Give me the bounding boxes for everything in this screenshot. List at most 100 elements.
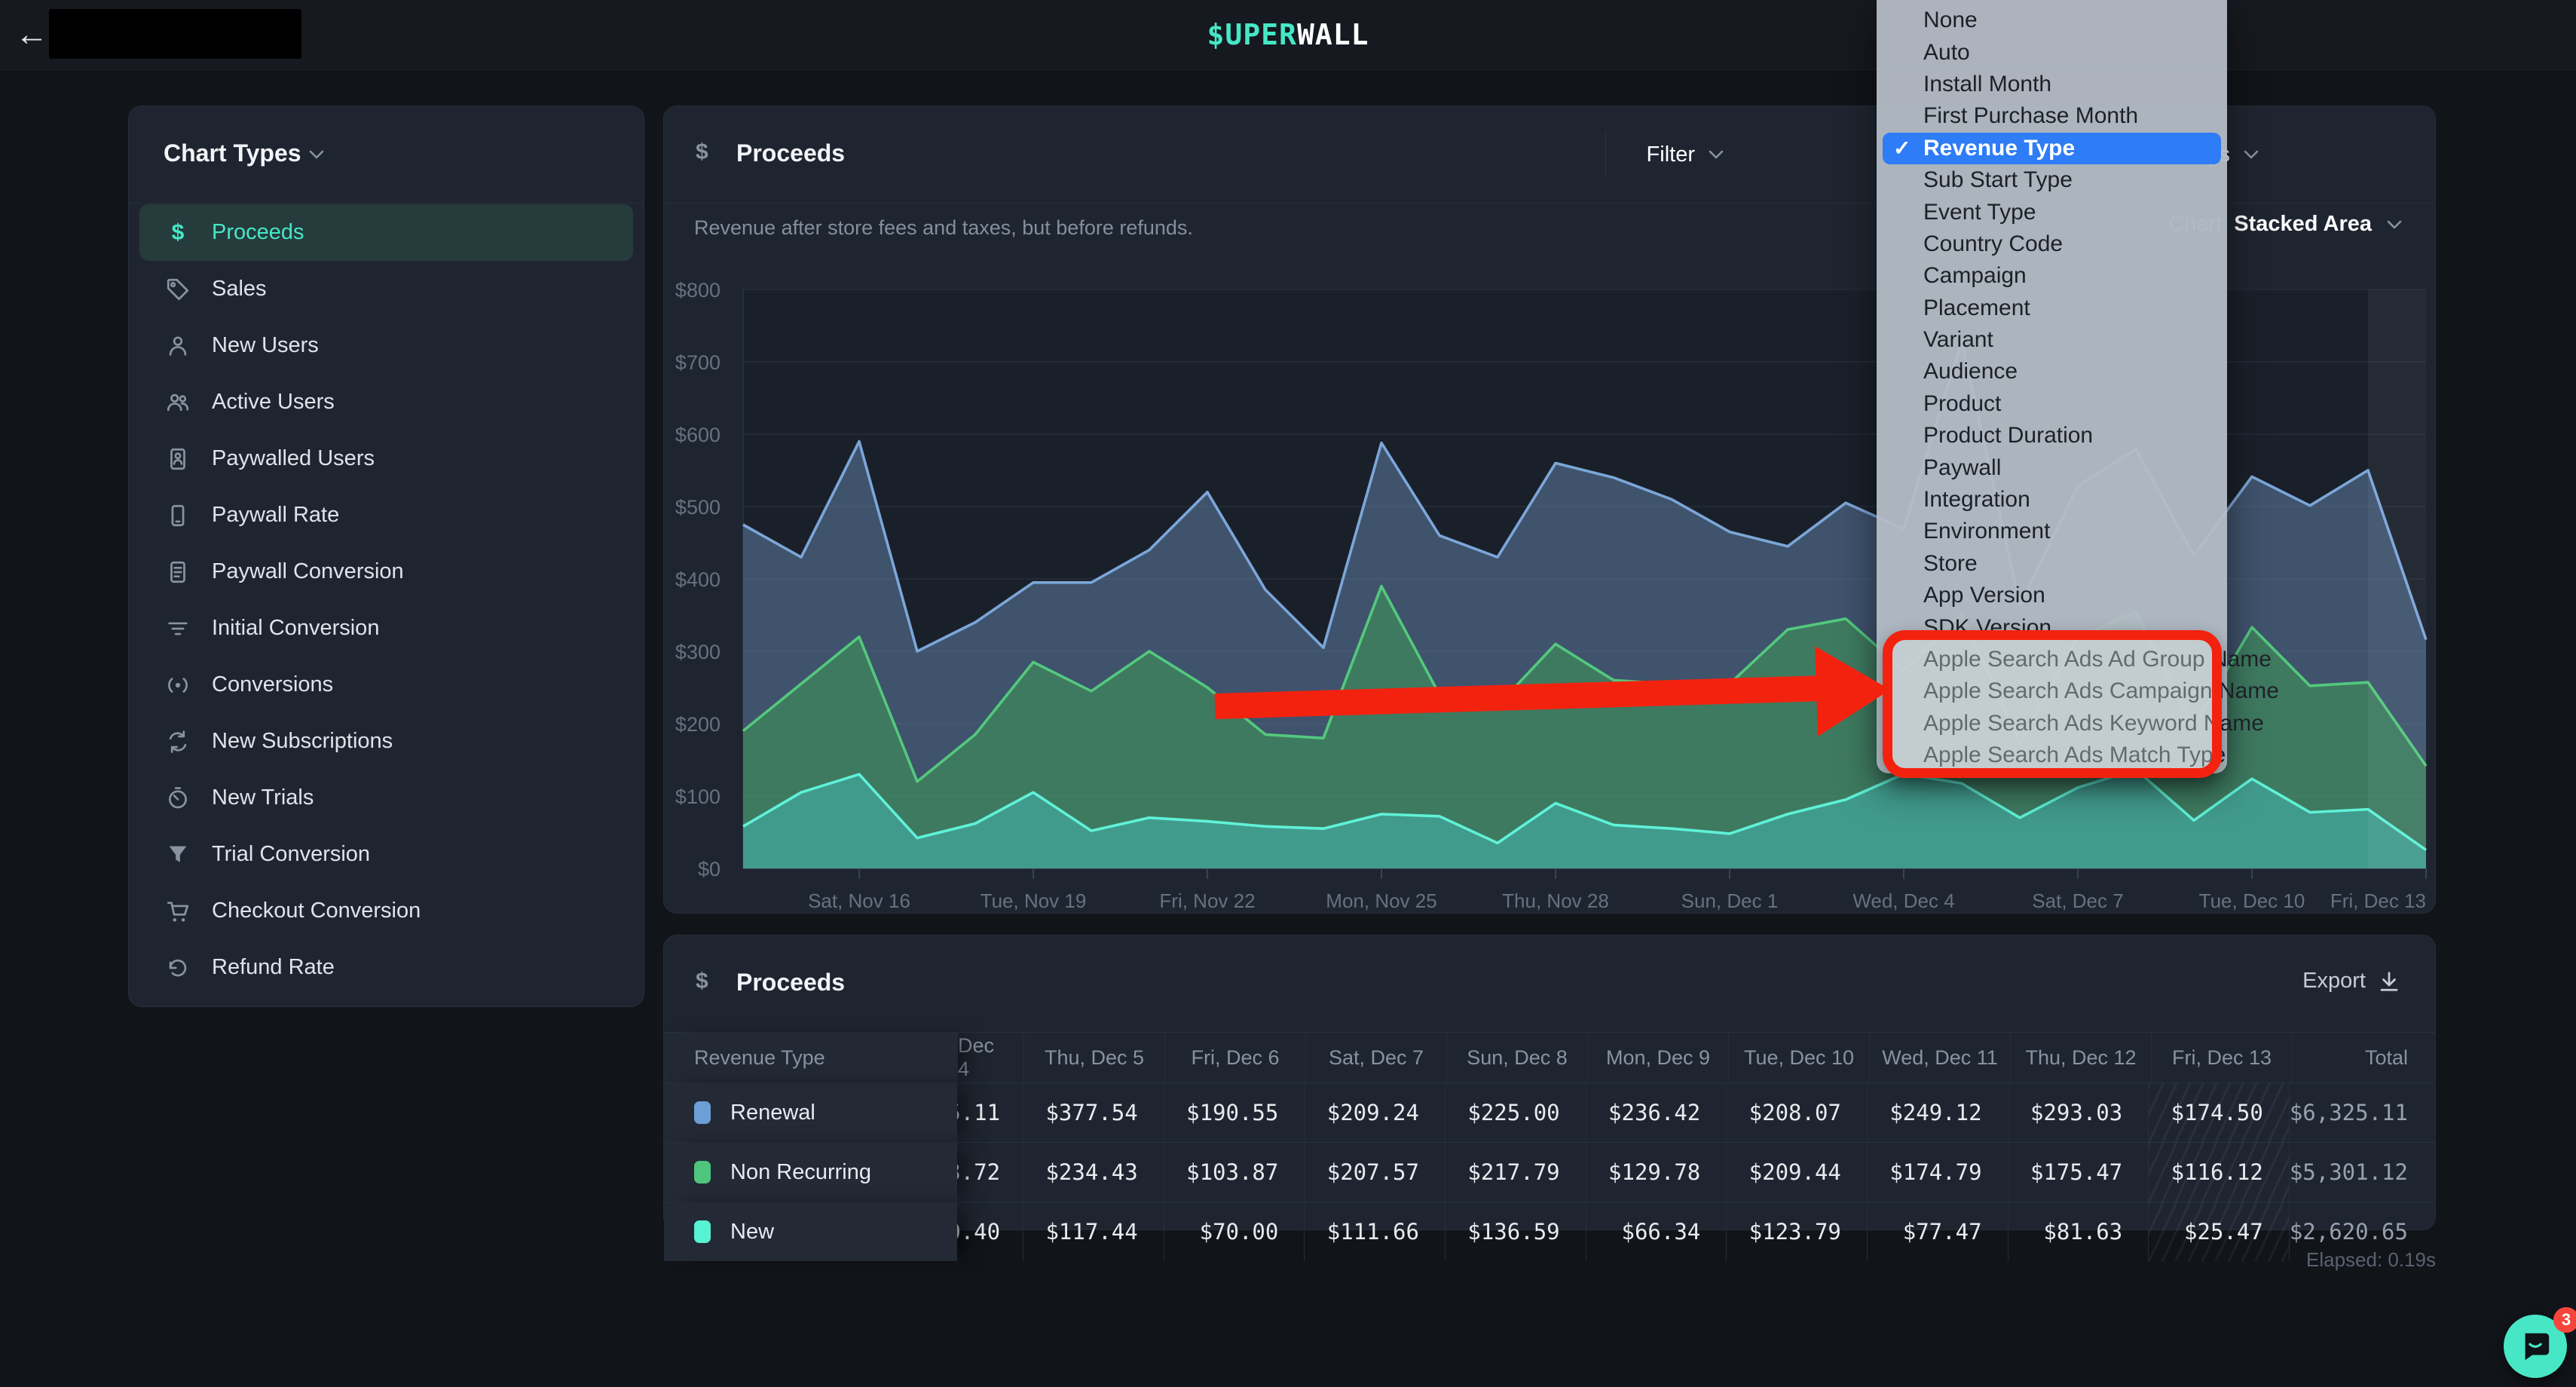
export-button[interactable]: Export xyxy=(2302,969,2400,994)
cell-dec-4-clipped: 5.11 xyxy=(957,1083,1023,1142)
menu-item-apple-search-ads-keyword-name[interactable]: Apple Search Ads Keyword Name xyxy=(1877,708,2227,739)
chevron-down-icon xyxy=(2241,144,2262,165)
cell-thu-dec-12: $175.47 xyxy=(2008,1143,2149,1202)
y-axis-tick-label: $300 xyxy=(675,641,720,663)
menu-item-paywall[interactable]: Paywall xyxy=(1877,452,2227,483)
column-header-mon-dec-9: Mon, Dec 9 xyxy=(1587,1033,1728,1082)
target-icon xyxy=(164,671,192,700)
checkmark-icon: ✓ xyxy=(1893,136,1911,161)
y-axis-tick-label: $100 xyxy=(675,785,720,808)
sidebar-item-paywalled-users[interactable]: Paywalled Users xyxy=(139,430,633,487)
elapsed-time: Elapsed: 0.19s xyxy=(2306,1248,2436,1272)
back-arrow-icon[interactable]: ← xyxy=(14,17,50,53)
x-axis-tick-label: Wed, Dec 4 xyxy=(1852,889,1954,912)
menu-item-apple-search-ads-match-type[interactable]: Apple Search Ads Match Type xyxy=(1877,739,2227,771)
column-header-wed-dec-11: Wed, Dec 11 xyxy=(1869,1033,2010,1082)
row-label-new: New xyxy=(664,1202,957,1261)
menu-item-store[interactable]: Store xyxy=(1877,548,2227,580)
cell-total: $5,301.12 xyxy=(2289,1143,2435,1202)
chevron-down-icon xyxy=(306,144,327,165)
menu-item-campaign[interactable]: Campaign xyxy=(1877,260,2227,292)
menu-item-country-code[interactable]: Country Code xyxy=(1877,228,2227,260)
sidebar-item-proceeds[interactable]: $Proceeds xyxy=(139,204,633,261)
chat-unread-badge: 3 xyxy=(2553,1307,2576,1333)
document-icon xyxy=(164,558,192,586)
filter-dropdown[interactable]: Filter xyxy=(1647,106,1727,203)
cell-mon-dec-9: $236.42 xyxy=(1586,1083,1727,1142)
menu-item-label: Paywall xyxy=(1923,455,2001,481)
menu-item-integration[interactable]: Integration xyxy=(1877,484,2227,516)
menu-item-app-version[interactable]: App Version xyxy=(1877,580,2227,611)
menu-item-product[interactable]: Product xyxy=(1877,388,2227,420)
column-header-tue-dec-10: Tue, Dec 10 xyxy=(1728,1033,1869,1082)
sidebar-item-initial-conversion[interactable]: Initial Conversion xyxy=(139,600,633,657)
sidebar-item-label: Conversions xyxy=(212,672,333,697)
x-axis-tick-label: Sun, Dec 1 xyxy=(1681,889,1779,912)
menu-item-label: Revenue Type xyxy=(1923,136,2075,161)
cell-wed-dec-11: $77.47 xyxy=(1867,1202,2008,1261)
sidebar-item-list: $ProceedsSalesNew UsersActive UsersPaywa… xyxy=(129,204,644,996)
sidebar-item-trial-conversion[interactable]: Trial Conversion xyxy=(139,826,633,883)
cell-dec-4-clipped: 0.40 xyxy=(957,1202,1023,1261)
cell-sat-dec-7: $111.66 xyxy=(1304,1202,1445,1261)
menu-item-audience[interactable]: Audience xyxy=(1877,356,2227,387)
menu-item-sdk-version[interactable]: SDK Version xyxy=(1877,611,2227,643)
menu-item-first-purchase-month[interactable]: First Purchase Month xyxy=(1877,100,2227,132)
menu-item-variant[interactable]: Variant xyxy=(1877,324,2227,356)
menu-item-label: Product xyxy=(1923,391,2001,417)
sidebar-item-paywall-conversion[interactable]: Paywall Conversion xyxy=(139,543,633,600)
sidebar-item-conversions[interactable]: Conversions xyxy=(139,657,633,713)
menu-item-label: Product Duration xyxy=(1923,423,2093,449)
menu-item-environment[interactable]: Environment xyxy=(1877,516,2227,547)
menu-item-placement[interactable]: Placement xyxy=(1877,292,2227,324)
menu-item-product-duration[interactable]: Product Duration xyxy=(1877,420,2227,452)
menu-item-label: Environment xyxy=(1923,519,2050,544)
cart-icon xyxy=(164,897,192,926)
table-row-new[interactable]: New0.40$117.44$70.00$111.66$136.59$66.34… xyxy=(664,1202,2435,1261)
x-axis-tick-label: Mon, Nov 25 xyxy=(1326,889,1436,912)
menu-item-label: Placement xyxy=(1923,295,2030,321)
chart-panel-title: Proceeds xyxy=(736,139,845,167)
table-row-renewal[interactable]: Renewal5.11$377.54$190.55$209.24$225.00$… xyxy=(664,1082,2435,1142)
row-label-non-recurring: Non Recurring xyxy=(664,1143,957,1202)
cell-mon-dec-9: $129.78 xyxy=(1586,1143,1727,1202)
proceeds-table: Revenue TypeDec 4Thu, Dec 5Fri, Dec 6Sat… xyxy=(664,1032,2435,1261)
sidebar-item-new-trials[interactable]: New Trials xyxy=(139,770,633,826)
sidebar-item-label: Paywall Rate xyxy=(212,503,339,528)
sidebar-item-sales[interactable]: Sales xyxy=(139,261,633,317)
dollar-icon: $ xyxy=(164,219,192,247)
y-axis-tick-label: $700 xyxy=(675,351,720,374)
sidebar-item-refund-rate[interactable]: Refund Rate xyxy=(139,939,633,996)
y-axis-tick-label: $800 xyxy=(675,279,720,302)
menu-item-none[interactable]: None xyxy=(1877,5,2227,36)
sidebar-item-new-subscriptions[interactable]: New Subscriptions xyxy=(139,713,633,770)
menu-item-apple-search-ads-campaign-name[interactable]: Apple Search Ads Campaign Name xyxy=(1877,675,2227,707)
cell-thu-dec-5: $234.43 xyxy=(1023,1143,1164,1202)
cell-wed-dec-11: $249.12 xyxy=(1867,1083,2008,1142)
sidebar-item-label: Sales xyxy=(212,277,267,302)
cell-thu-dec-5: $117.44 xyxy=(1023,1202,1164,1261)
sidebar-item-paywall-rate[interactable]: Paywall Rate xyxy=(139,487,633,543)
menu-item-event-type[interactable]: Event Type xyxy=(1877,196,2227,228)
timer-icon xyxy=(164,784,192,813)
sidebar-item-label: New Subscriptions xyxy=(212,729,393,754)
sidebar-item-label: Checkout Conversion xyxy=(212,899,421,923)
sidebar-item-active-users[interactable]: Active Users xyxy=(139,374,633,430)
filter-lines-icon xyxy=(164,614,192,643)
sidebar-header[interactable]: Chart Types xyxy=(129,106,644,204)
menu-item-auto[interactable]: Auto xyxy=(1877,36,2227,68)
menu-item-sub-start-type[interactable]: Sub Start Type xyxy=(1877,164,2227,196)
menu-item-label: Variant xyxy=(1923,327,1993,353)
menu-item-revenue-type[interactable]: ✓ Revenue Type xyxy=(1883,133,2221,164)
smartphone-icon xyxy=(164,501,192,530)
sidebar-item-new-users[interactable]: New Users xyxy=(139,317,633,374)
menu-item-label: Campaign xyxy=(1923,263,2027,289)
tag-icon xyxy=(164,275,192,304)
menu-item-install-month[interactable]: Install Month xyxy=(1877,69,2227,100)
menu-item-label: Store xyxy=(1923,551,1978,577)
menu-item-apple-search-ads-ad-group-name[interactable]: Apple Search Ads Ad Group Name xyxy=(1877,644,2227,675)
dollar-icon: $ xyxy=(696,139,708,165)
table-row-non-recurring[interactable]: Non Recurring3.72$234.43$103.87$207.57$2… xyxy=(664,1142,2435,1202)
sidebar-item-checkout-conversion[interactable]: Checkout Conversion xyxy=(139,883,633,939)
menu-item-label: SDK Version xyxy=(1923,615,2051,641)
